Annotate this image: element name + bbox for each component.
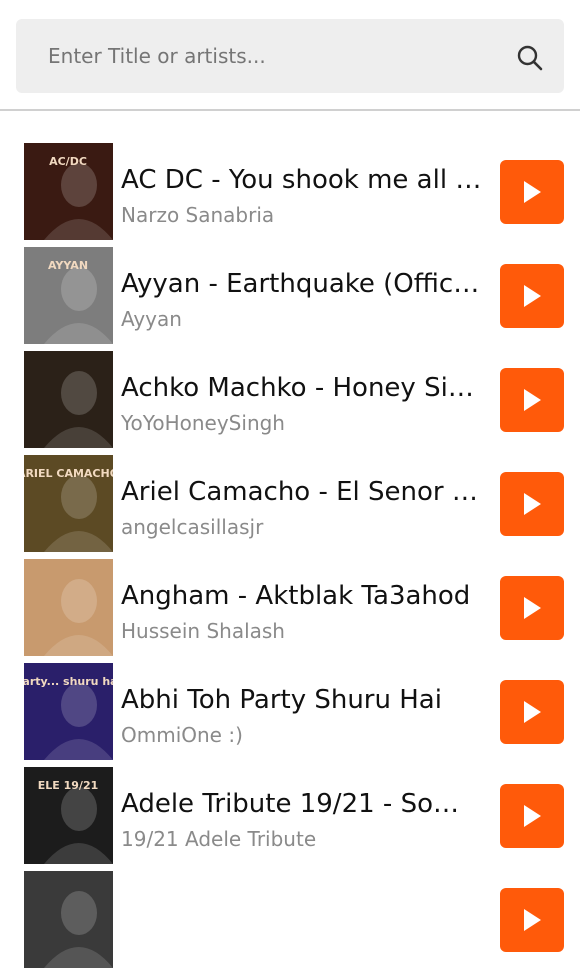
song-list-item[interactable]: ELE 19/21 Adele Tribute 19/21 - Someone L… bbox=[0, 767, 580, 871]
song-list-item[interactable]: ARIEL CAMACHO Ariel Camacho - El Senor de… bbox=[0, 455, 580, 559]
play-icon bbox=[524, 909, 541, 931]
play-icon bbox=[524, 597, 541, 619]
song-title: Achko Machko - Honey Singh bbox=[121, 373, 483, 403]
song-thumbnail bbox=[24, 559, 113, 656]
song-thumbnail bbox=[24, 871, 113, 968]
song-thumbnail: ELE 19/21 bbox=[24, 767, 113, 864]
play-icon bbox=[524, 805, 541, 827]
thumbnail-text: ARIEL CAMACHO bbox=[24, 467, 113, 480]
song-artist: Ayyan bbox=[121, 307, 182, 331]
search-box bbox=[16, 19, 564, 93]
song-artist: 19/21 Adele Tribute bbox=[121, 827, 317, 851]
thumbnail-text: ELE 19/21 bbox=[38, 779, 99, 792]
song-artist: angelcasillasjr bbox=[121, 515, 264, 539]
song-thumbnail: ARIEL CAMACHO bbox=[24, 455, 113, 552]
play-icon bbox=[524, 701, 541, 723]
search-icon[interactable] bbox=[516, 44, 544, 72]
thumbnail-text: AC/DC bbox=[49, 155, 87, 168]
song-thumbnail: AC/DC bbox=[24, 143, 113, 240]
play-button[interactable] bbox=[500, 160, 564, 224]
search-input[interactable] bbox=[34, 19, 504, 93]
play-icon bbox=[524, 493, 541, 515]
song-title: Ayyan - Earthquake (Official Video) bbox=[121, 269, 483, 299]
play-button[interactable] bbox=[500, 576, 564, 640]
song-thumbnail: Party... shuru hai bbox=[24, 663, 113, 760]
song-artist: OmmiOne :) bbox=[121, 723, 243, 747]
play-button[interactable] bbox=[500, 784, 564, 848]
play-icon bbox=[524, 181, 541, 203]
song-list-item[interactable]: Angham - Aktblak Ta3ahod Hussein Shalash bbox=[0, 559, 580, 663]
song-list-item[interactable]: Party... shuru hai Abhi Toh Party Shuru H… bbox=[0, 663, 580, 767]
song-list-item[interactable] bbox=[0, 871, 580, 975]
song-artist: Hussein Shalash bbox=[121, 619, 285, 643]
song-title: Adele Tribute 19/21 - Someone Like You bbox=[121, 789, 483, 819]
song-list-item[interactable]: AYYAN Ayyan - Earthquake (Official Video)… bbox=[0, 247, 580, 351]
search-bar-container bbox=[0, 0, 580, 111]
play-button[interactable] bbox=[500, 888, 564, 952]
song-title: AC DC - You shook me all night long bbox=[121, 165, 483, 195]
song-artist: YoYoHoneySingh bbox=[121, 411, 285, 435]
thumbnail-text: Party... shuru hai bbox=[24, 675, 113, 688]
song-thumbnail: AYYAN bbox=[24, 247, 113, 344]
play-button[interactable] bbox=[500, 472, 564, 536]
play-icon bbox=[524, 285, 541, 307]
play-button[interactable] bbox=[500, 368, 564, 432]
play-icon bbox=[524, 389, 541, 411]
song-title: Angham - Aktblak Ta3ahod bbox=[121, 581, 471, 611]
song-title: Ariel Camacho - El Senor de los Cielos bbox=[121, 477, 483, 507]
play-button[interactable] bbox=[500, 680, 564, 744]
song-list-item[interactable]: AC/DC AC DC - You shook me all night long… bbox=[0, 143, 580, 247]
play-button[interactable] bbox=[500, 264, 564, 328]
song-list-item[interactable]: Achko Machko - Honey Singh YoYoHoneySingh bbox=[0, 351, 580, 455]
song-title: Abhi Toh Party Shuru Hai bbox=[121, 685, 442, 715]
thumbnail-text: AYYAN bbox=[48, 259, 88, 272]
song-artist: Narzo Sanabria bbox=[121, 203, 275, 227]
song-thumbnail bbox=[24, 351, 113, 448]
